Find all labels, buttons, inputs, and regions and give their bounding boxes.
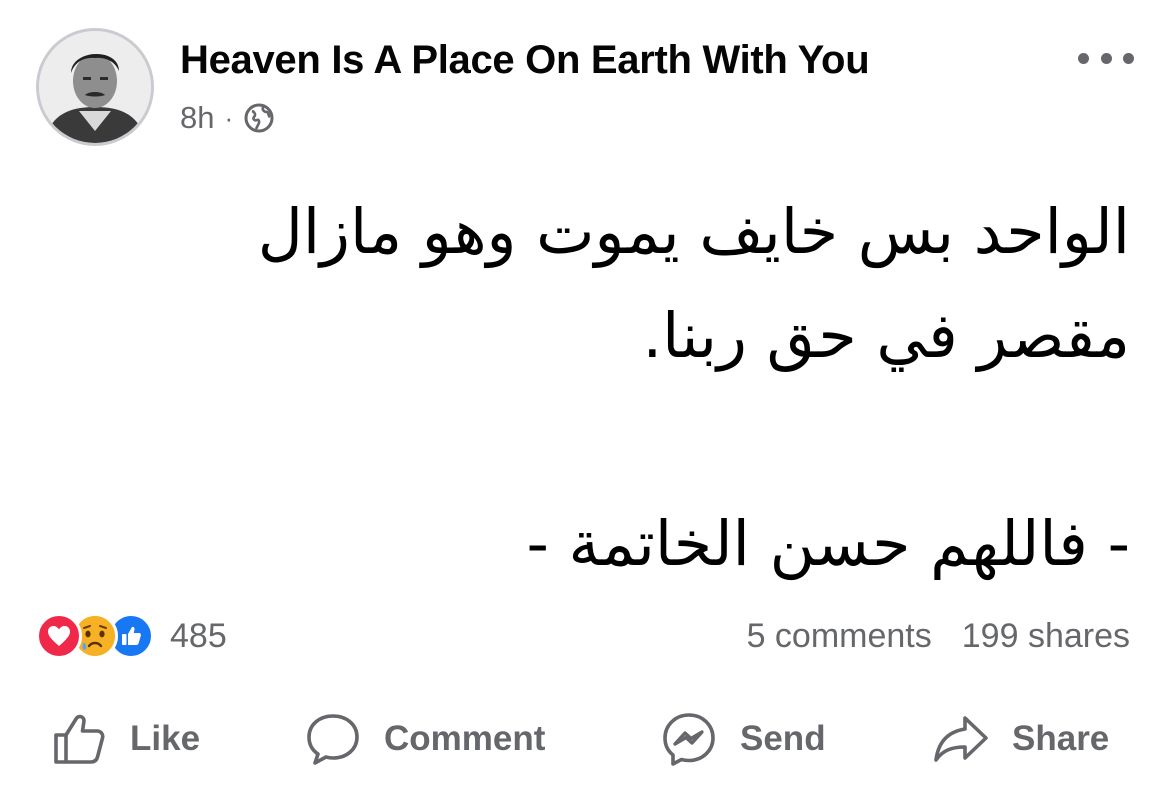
post-text-line-1: الواحد بس خايف يموت وهو مازال xyxy=(257,195,1130,268)
thumbs-up-icon xyxy=(54,714,105,764)
post-action-bar: Like Comment Send Share xyxy=(0,704,1170,774)
post-text-line-2: مقصر في حق ربنا. xyxy=(642,299,1130,372)
share-button[interactable]: Share xyxy=(932,704,1109,774)
shares-count-link[interactable]: 199 shares xyxy=(962,617,1130,656)
like-button[interactable]: Like xyxy=(50,704,200,774)
comment-label: Comment xyxy=(384,719,546,758)
send-label: Send xyxy=(740,719,826,758)
avatar-photo xyxy=(39,31,151,143)
engagement-stats: 5 comments 199 shares xyxy=(747,612,1130,660)
reactions-summary[interactable]: 485 xyxy=(36,612,227,660)
send-button[interactable]: Send xyxy=(660,704,826,774)
globe-icon[interactable] xyxy=(243,102,275,134)
share-arrow-icon xyxy=(934,716,988,762)
meta-separator: · xyxy=(224,102,234,133)
like-label: Like xyxy=(130,719,201,758)
comments-count-link[interactable]: 5 comments xyxy=(747,617,932,656)
post-time[interactable]: 8h xyxy=(180,100,214,136)
messenger-icon xyxy=(663,713,715,766)
post-meta: 8h · xyxy=(180,96,275,140)
more-options-icon[interactable] xyxy=(1078,40,1134,76)
post-text: الواحد بس خايف يموت وهو مازال مقصر في حق… xyxy=(40,180,1130,596)
post-text-line-4: - فاللهم حسن الخاتمة - xyxy=(526,507,1130,580)
post-text-blank-line xyxy=(40,388,1130,492)
author-avatar[interactable] xyxy=(36,28,154,146)
facebook-post: Heaven Is A Place On Earth With You 8h ·… xyxy=(0,0,1170,792)
love-reaction-icon xyxy=(36,613,82,659)
reaction-count: 485 xyxy=(170,616,227,655)
reaction-icons xyxy=(36,613,154,659)
author-name[interactable]: Heaven Is A Place On Earth With You xyxy=(180,38,870,83)
comment-bubble-icon xyxy=(307,714,359,765)
comment-button[interactable]: Comment xyxy=(304,704,545,774)
share-label: Share xyxy=(1012,719,1110,758)
